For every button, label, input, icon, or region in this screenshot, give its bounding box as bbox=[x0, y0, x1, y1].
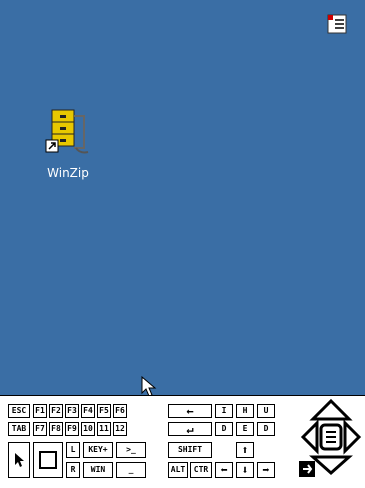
key-esc[interactable]: ESC bbox=[8, 404, 30, 418]
square-icon bbox=[39, 451, 57, 469]
winzip-shortcut[interactable]: WinZip bbox=[40, 108, 96, 180]
dpad-down-icon[interactable] bbox=[309, 455, 353, 476]
key-f2[interactable]: F2 bbox=[49, 404, 63, 418]
key-arrow-down[interactable]: ⬇ bbox=[236, 462, 254, 478]
key-f5[interactable]: F5 bbox=[97, 404, 111, 418]
menu-list-icon[interactable] bbox=[325, 12, 349, 36]
key-left-click[interactable]: L bbox=[66, 442, 80, 458]
dpad-left-icon[interactable] bbox=[300, 419, 319, 455]
key-alt[interactable]: ALT bbox=[168, 462, 188, 478]
key-ctrl[interactable]: CTR bbox=[190, 462, 212, 478]
key-f4[interactable]: F4 bbox=[81, 404, 95, 418]
dpad-up-icon[interactable] bbox=[309, 398, 353, 421]
key-enter[interactable]: ↵ bbox=[168, 422, 212, 436]
key-shift[interactable]: SHIFT bbox=[168, 442, 212, 458]
key-arrow-right[interactable]: ➡ bbox=[257, 462, 275, 478]
arrow-pointer-icon bbox=[15, 453, 24, 467]
key-pagedown[interactable]: D bbox=[257, 422, 275, 436]
desktop[interactable]: WinZip bbox=[0, 0, 365, 397]
key-f11[interactable]: 11 bbox=[97, 422, 111, 436]
pointer-mode-button[interactable] bbox=[8, 442, 30, 478]
key-tab[interactable]: TAB bbox=[8, 422, 30, 436]
window-mode-button[interactable] bbox=[33, 442, 63, 478]
winzip-label: WinZip bbox=[47, 166, 89, 180]
key-space[interactable]: _ bbox=[116, 462, 146, 478]
key-f10[interactable]: 10 bbox=[81, 422, 95, 436]
dpad-center-menu-icon[interactable] bbox=[319, 423, 343, 451]
key-pageup[interactable]: U bbox=[257, 404, 275, 418]
winzip-icon bbox=[45, 109, 89, 154]
dpad-right-icon[interactable] bbox=[343, 419, 362, 455]
key-f9[interactable]: F9 bbox=[65, 422, 79, 436]
key-right-click[interactable]: R bbox=[66, 462, 80, 478]
key-backspace[interactable]: ← bbox=[168, 404, 212, 418]
key-keyplus[interactable]: KEY+ bbox=[83, 442, 113, 458]
key-f6[interactable]: F6 bbox=[113, 404, 127, 418]
key-f12[interactable]: 12 bbox=[113, 422, 127, 436]
navigation-dpad[interactable] bbox=[297, 395, 365, 488]
key-insert[interactable]: I bbox=[215, 404, 233, 418]
key-f1[interactable]: F1 bbox=[33, 404, 47, 418]
key-arrow-up[interactable]: ⬆ bbox=[236, 442, 254, 458]
key-arrow-left[interactable]: ⬅ bbox=[215, 462, 233, 478]
key-delete[interactable]: D bbox=[215, 422, 233, 436]
dpad-enter-icon[interactable] bbox=[299, 461, 315, 477]
key-prompt[interactable]: >_ bbox=[116, 442, 146, 458]
key-home[interactable]: H bbox=[236, 404, 254, 418]
key-win[interactable]: WIN bbox=[83, 462, 113, 478]
key-f8[interactable]: F8 bbox=[49, 422, 63, 436]
key-end[interactable]: E bbox=[236, 422, 254, 436]
key-f3[interactable]: F3 bbox=[65, 404, 79, 418]
key-f7[interactable]: F7 bbox=[33, 422, 47, 436]
